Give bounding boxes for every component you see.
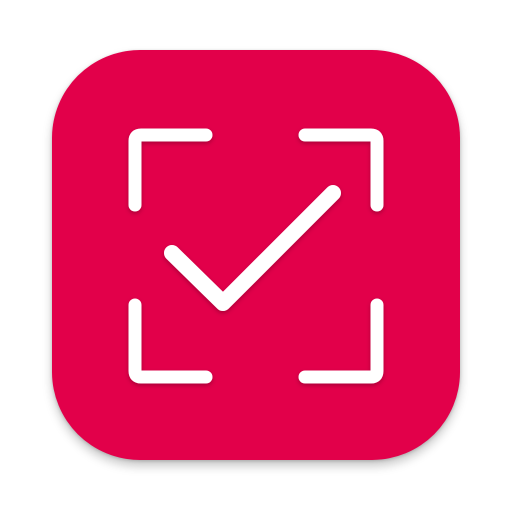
corner-top-right bbox=[298, 128, 384, 212]
corner-top-left bbox=[128, 128, 213, 212]
corner-bottom-left bbox=[128, 298, 213, 384]
corner-bottom-right bbox=[298, 298, 384, 384]
viewfinder-checkmark-icon bbox=[128, 128, 384, 384]
icon-canvas bbox=[0, 0, 512, 512]
checkmark bbox=[164, 185, 341, 311]
